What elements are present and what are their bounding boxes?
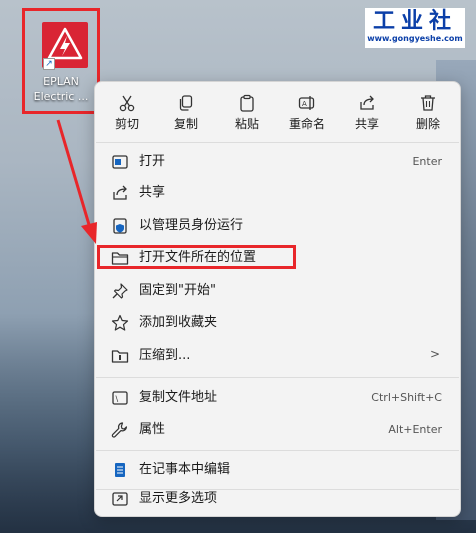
rename-icon: A	[298, 96, 315, 110]
divider	[96, 142, 459, 143]
svg-text:\: \	[116, 395, 119, 404]
menu-item-label: 在记事本中编辑	[139, 462, 231, 477]
paste-label: 粘贴	[234, 117, 259, 131]
scissors-icon	[119, 95, 135, 112]
menu-item-label: 固定到"开始"	[139, 283, 216, 298]
menu-item-open-file-location[interactable]: 打开文件所在的位置	[99, 243, 456, 273]
menu-item-run-as-admin[interactable]: 以管理员身份运行	[99, 211, 456, 241]
copy-icon	[179, 95, 193, 111]
cut-button[interactable]: 剪切	[99, 88, 155, 138]
more-options-icon	[112, 492, 128, 506]
notepad-icon	[115, 463, 125, 477]
share-label: 共享	[354, 117, 379, 131]
menu-item-pin-to-start[interactable]: 固定到"开始"	[99, 276, 456, 306]
share-button[interactable]: 共享	[339, 88, 395, 138]
menu-item-add-to-favorites[interactable]: 添加到收藏夹	[99, 308, 456, 338]
delete-label: 删除	[415, 117, 440, 131]
trash-icon	[421, 95, 435, 111]
menu-item-share[interactable]: 共享	[99, 178, 456, 208]
zip-folder-icon	[111, 350, 129, 363]
context-menu: 剪切 复制 粘贴 A 重命名 共享 删除 打开 Enter 共享 以管理员身份运…	[94, 81, 461, 517]
menu-item-label: 复制文件地址	[139, 390, 218, 405]
folder-icon	[111, 252, 129, 265]
rename-button[interactable]: A 重命名	[279, 88, 335, 138]
star-icon	[111, 314, 129, 331]
menu-item-label: 属性	[139, 422, 166, 437]
paste-icon	[240, 94, 254, 112]
menu-item-edit-in-notepad[interactable]: 在记事本中编辑	[99, 455, 456, 485]
menu-item-label: 打开文件所在的位置	[139, 250, 257, 265]
pin-icon	[112, 283, 128, 299]
rename-label: 重命名	[288, 117, 325, 131]
logo-title: 工业社	[372, 8, 457, 34]
share-icon	[360, 95, 374, 110]
menu-item-label: 压缩到...	[139, 348, 191, 363]
shortcut-text: Alt+Enter	[388, 423, 442, 436]
shield-icon	[113, 218, 127, 234]
divider	[96, 377, 459, 378]
open-icon	[112, 155, 128, 169]
copy-button[interactable]: 复制	[158, 88, 214, 138]
copy-path-icon: \	[112, 391, 128, 405]
shortcut-text: Ctrl+Shift+C	[371, 391, 442, 404]
delete-button[interactable]: 删除	[400, 88, 456, 138]
desktop-icon-label: EPLAN Electric ...	[33, 75, 89, 103]
chevron-right-icon: >	[429, 347, 440, 361]
quick-action-bar: 剪切 复制 粘贴 A 重命名 共享 删除	[95, 88, 460, 138]
menu-item-label: 打开	[139, 154, 166, 169]
menu-item-copy-path[interactable]: \ 复制文件地址 Ctrl+Shift+C	[99, 383, 456, 413]
shortcut-arrow-icon: ↗	[43, 58, 55, 70]
menu-item-label: 以管理员身份运行	[139, 218, 244, 233]
watermark-logo: 工业社 www.gongyeshe.com	[365, 8, 465, 48]
menu-item-label: 显示更多选项	[139, 491, 218, 506]
share-icon	[113, 185, 127, 200]
menu-item-label: 添加到收藏夹	[139, 315, 218, 330]
svg-text:A: A	[302, 100, 307, 108]
cut-label: 剪切	[114, 117, 139, 131]
paste-button[interactable]: 粘贴	[219, 88, 275, 138]
menu-item-label: 共享	[139, 185, 166, 200]
divider	[96, 450, 459, 451]
menu-item-show-more-options[interactable]: 显示更多选项	[99, 484, 456, 514]
wrench-icon	[111, 422, 127, 438]
menu-item-open[interactable]: 打开 Enter	[99, 147, 456, 177]
menu-item-compress-to[interactable]: 压缩到... >	[99, 341, 456, 371]
logo-url: www.gongyeshe.com	[367, 34, 463, 43]
menu-item-properties[interactable]: 属性 Alt+Enter	[99, 415, 456, 445]
shortcut-text: Enter	[412, 155, 442, 168]
copy-label: 复制	[173, 117, 198, 131]
desktop-shortcut-eplan[interactable]: ↗ EPLAN Electric ...	[22, 8, 100, 114]
